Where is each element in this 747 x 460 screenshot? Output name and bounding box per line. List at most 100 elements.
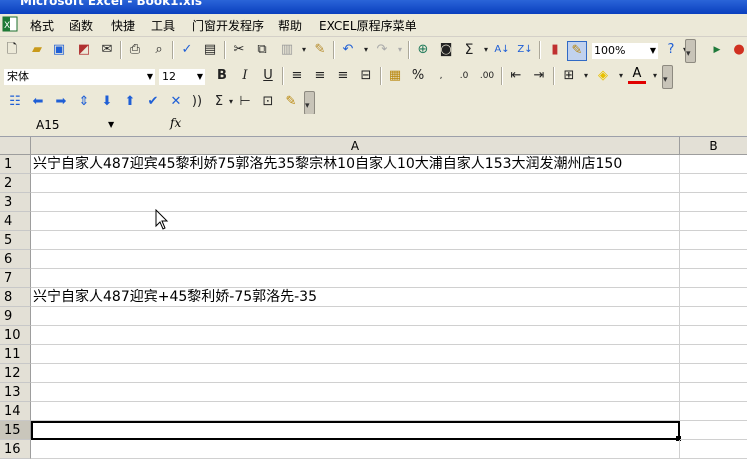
bold-button[interactable]: B <box>213 67 231 85</box>
arrow-down-icon[interactable]: ⬇ <box>98 93 116 111</box>
play-icon[interactable]: ▶ <box>708 41 726 59</box>
cell-b3[interactable] <box>680 193 747 212</box>
insert-column-icon[interactable]: ⊢ <box>236 93 254 111</box>
increase-decimal-icon[interactable]: .0 <box>455 67 473 85</box>
cell-a2[interactable] <box>31 174 680 193</box>
arrow-right-icon[interactable]: ➡ <box>52 93 70 111</box>
format-painter-icon[interactable]: ✎ <box>311 41 329 59</box>
format-toolbar-options-grip[interactable] <box>662 65 673 89</box>
cell-a11[interactable] <box>31 345 680 364</box>
redo-dropdown-icon[interactable]: ▾ <box>391 41 409 59</box>
row-header[interactable]: 9 <box>0 307 31 326</box>
menu-help[interactable]: 帮助 <box>278 17 302 34</box>
cell-b15[interactable] <box>680 421 747 440</box>
row-header[interactable]: 7 <box>0 269 31 288</box>
cell-a12[interactable] <box>31 364 680 383</box>
row-header[interactable]: 5 <box>0 231 31 250</box>
font-name-dropdown-icon[interactable]: ▼ <box>147 69 153 85</box>
menu-excel-program[interactable]: EXCEL原程序菜单 <box>319 17 417 34</box>
comma-style-icon[interactable]: , <box>432 67 450 85</box>
cell-a1[interactable]: 兴宁自家人487迎宾45黎利娇75郭洛先35黎宗林10自家人10大浦自家人153… <box>31 155 680 174</box>
research-icon[interactable]: ▤ <box>201 41 219 59</box>
row-header[interactable]: 13 <box>0 383 31 402</box>
row-header[interactable]: 2 <box>0 174 31 193</box>
cell-a6[interactable] <box>31 250 680 269</box>
cell-b10[interactable] <box>680 326 747 345</box>
chart-wizard-icon[interactable]: ▮ <box>546 41 564 59</box>
print-preview-icon[interactable]: ⌕ <box>150 41 168 59</box>
cell-b4[interactable] <box>680 212 747 231</box>
cell-b7[interactable] <box>680 269 747 288</box>
cell-a7[interactable] <box>31 269 680 288</box>
font-color-button[interactable]: A <box>628 67 646 84</box>
copy-icon[interactable]: ⧉ <box>253 41 271 59</box>
row-header[interactable]: 10 <box>0 326 31 345</box>
cell-b9[interactable] <box>680 307 747 326</box>
record-icon[interactable]: ● <box>730 41 747 59</box>
cell-b6[interactable] <box>680 250 747 269</box>
name-box[interactable]: A15 ▼ <box>30 117 120 133</box>
font-size-dropdown-icon[interactable]: ▼ <box>197 69 203 85</box>
pencil-icon[interactable]: ✎ <box>282 93 300 111</box>
cell-a10[interactable] <box>31 326 680 345</box>
autosum-icon[interactable]: Σ <box>460 41 478 59</box>
cell-a5[interactable] <box>31 231 680 250</box>
row-header[interactable]: 3 <box>0 193 31 212</box>
active-cell-a15[interactable] <box>31 421 680 440</box>
custom-toolbar-options-grip[interactable] <box>304 91 315 115</box>
select-all-corner[interactable] <box>0 137 31 155</box>
menu-shortcuts[interactable]: 快捷 <box>111 17 135 34</box>
cell-a4[interactable] <box>31 212 680 231</box>
row-header[interactable]: 11 <box>0 345 31 364</box>
cross-icon[interactable]: ✕ <box>167 93 185 111</box>
sort-ascending-icon[interactable]: A↓ <box>493 41 511 59</box>
row-header[interactable]: 8 <box>0 288 31 307</box>
borders-dropdown-icon[interactable]: ▾ <box>577 67 595 85</box>
column-header-b[interactable]: B <box>680 137 747 155</box>
column-header-a[interactable]: A <box>31 137 680 155</box>
cell-b16[interactable] <box>680 440 747 459</box>
cell-b5[interactable] <box>680 231 747 250</box>
email-icon[interactable]: ✉ <box>98 41 116 59</box>
undo-icon[interactable]: ↶ <box>339 41 357 59</box>
currency-icon[interactable]: ▦ <box>386 67 404 85</box>
cell-b1[interactable] <box>680 155 747 174</box>
sort-descending-icon[interactable]: Z↓ <box>516 41 534 59</box>
row-header[interactable]: 6 <box>0 250 31 269</box>
save-icon[interactable]: ▣ <box>50 41 68 59</box>
redo-icon[interactable]: ↷ <box>373 41 391 59</box>
camera-icon[interactable]: ◙ <box>437 41 455 59</box>
new-document-icon[interactable]: 🗋 <box>3 41 21 59</box>
decrease-decimal-icon[interactable]: .00 <box>478 67 496 85</box>
hyperlink-icon[interactable]: ⊕ <box>414 41 432 59</box>
cell-b12[interactable] <box>680 364 747 383</box>
cell-a16[interactable] <box>31 440 680 459</box>
excel-app-icon[interactable]: X <box>2 16 18 32</box>
align-center-icon[interactable]: ≡ <box>311 67 329 85</box>
insert-function-button[interactable]: fx <box>170 116 181 130</box>
merge-center-icon[interactable]: ⊟ <box>357 67 375 85</box>
row-header[interactable]: 14 <box>0 402 31 421</box>
cell-a13[interactable] <box>31 383 680 402</box>
cell-a9[interactable] <box>31 307 680 326</box>
zoom-combo[interactable]: 100% ▼ <box>591 42 659 60</box>
signal-icon[interactable]: )) <box>188 93 206 111</box>
arrow-left-icon[interactable]: ⬅ <box>29 93 47 111</box>
menu-format[interactable]: 格式 <box>30 17 54 34</box>
menu-tools[interactable]: 工具 <box>151 17 175 34</box>
toolbar-options-grip[interactable] <box>685 39 696 63</box>
underline-button[interactable]: U <box>259 67 277 85</box>
paste-icon[interactable]: ▥ <box>278 41 296 59</box>
row-header[interactable]: 12 <box>0 364 31 383</box>
permission-icon[interactable]: ◩ <box>75 41 93 59</box>
cell-b13[interactable] <box>680 383 747 402</box>
row-header[interactable]: 16 <box>0 440 31 459</box>
cut-icon[interactable]: ✂ <box>230 41 248 59</box>
align-right-icon[interactable]: ≡ <box>334 67 352 85</box>
increase-indent-icon[interactable]: ⇥ <box>530 67 548 85</box>
drawing-icon[interactable]: ✎ <box>567 41 587 61</box>
cell-b11[interactable] <box>680 345 747 364</box>
row-height-icon[interactable]: ⇕ <box>75 93 93 111</box>
font-name-combo[interactable]: 宋体 ▼ <box>3 68 156 86</box>
cell-b8[interactable] <box>680 288 747 307</box>
